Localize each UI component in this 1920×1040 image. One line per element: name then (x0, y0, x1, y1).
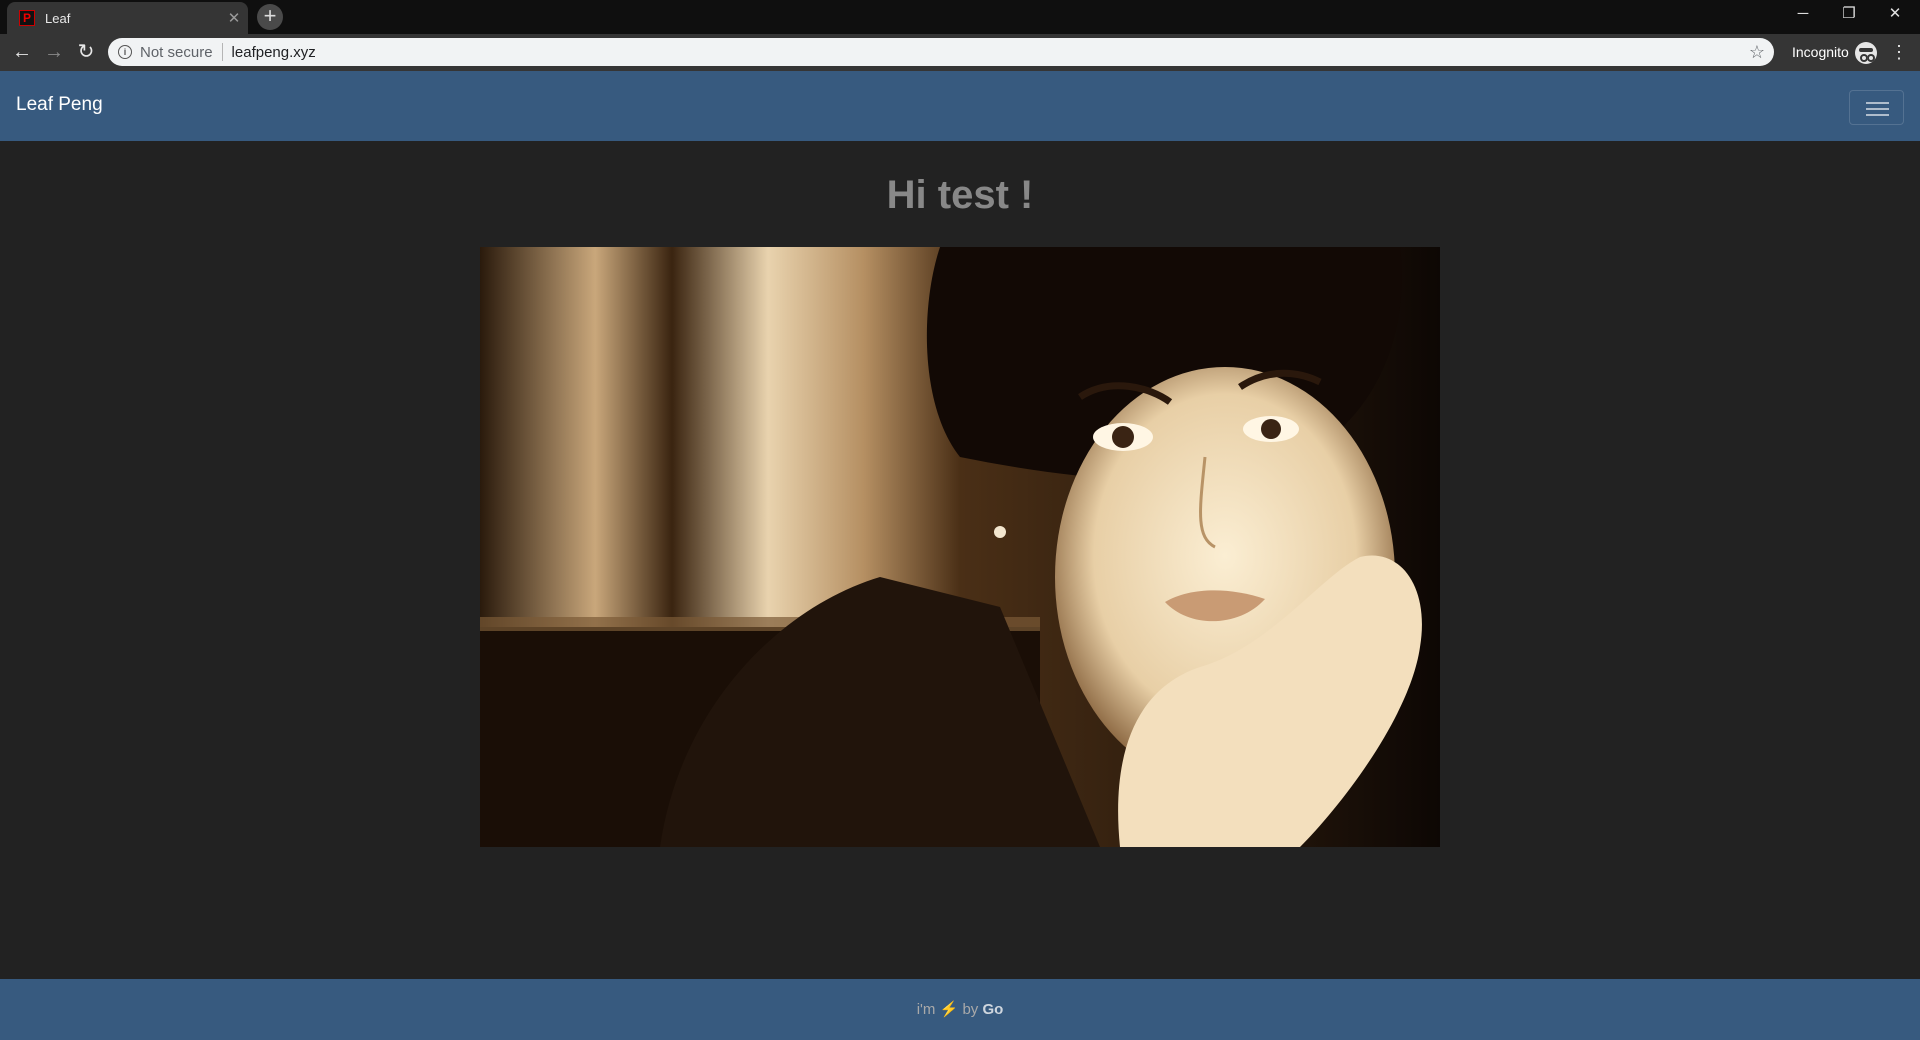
forward-icon[interactable]: → (40, 39, 68, 67)
site-footer: i'm ⚡ by Go (0, 979, 1920, 1040)
browser-toolbar: ← → ↻ i Not secure leafpeng.xyz ☆ Incogn… (0, 34, 1920, 71)
greeting-heading: Hi test ! (886, 173, 1034, 217)
bookmark-star-icon[interactable]: ☆ (1740, 42, 1774, 63)
sepia-portrait-photo (480, 247, 1440, 847)
close-window-icon[interactable]: ✕ (1872, 0, 1918, 30)
browser-tab-strip: P Leaf ✕ + ─ ❐ ✕ (0, 0, 1920, 34)
incognito-icon[interactable] (1855, 42, 1877, 64)
lightning-icon: ⚡ (939, 1001, 959, 1018)
incognito-label: Incognito (1792, 44, 1849, 60)
site-navbar: Leaf Peng (0, 71, 1920, 141)
back-icon[interactable]: ← (8, 39, 36, 67)
footer-tech-link[interactable]: Go (982, 1001, 1003, 1018)
hamburger-icon-bar (1866, 108, 1889, 110)
web-page: Leaf Peng Hi test ! i'm ⚡ by Go (0, 71, 1920, 1040)
tab-close-icon[interactable]: ✕ (220, 9, 248, 27)
site-favicon-icon: P (19, 10, 35, 26)
site-brand-link[interactable]: Leaf Peng (16, 94, 103, 116)
tab-title: Leaf (45, 10, 71, 26)
address-bar[interactable]: i Not secure leafpeng.xyz ☆ (108, 38, 1774, 66)
restore-icon[interactable]: ❐ (1826, 0, 1872, 30)
address-separator (221, 43, 223, 61)
reload-icon[interactable]: ↻ (72, 39, 100, 67)
security-label: Not secure (140, 43, 213, 61)
footer-prefix: i'm (916, 1001, 936, 1018)
site-info-icon[interactable]: i (118, 45, 132, 59)
minimize-icon[interactable]: ─ (1780, 0, 1826, 30)
hamburger-icon (1866, 102, 1889, 104)
url-text[interactable]: leafpeng.xyz (232, 44, 1740, 61)
browser-tab[interactable]: P Leaf ✕ (7, 2, 248, 34)
footer-by: by (962, 1001, 979, 1018)
browser-menu-icon[interactable]: ⋮ (1890, 40, 1908, 64)
navbar-toggle-button[interactable] (1849, 90, 1904, 125)
new-tab-button[interactable]: + (257, 4, 283, 30)
hamburger-icon-bar (1866, 114, 1889, 116)
